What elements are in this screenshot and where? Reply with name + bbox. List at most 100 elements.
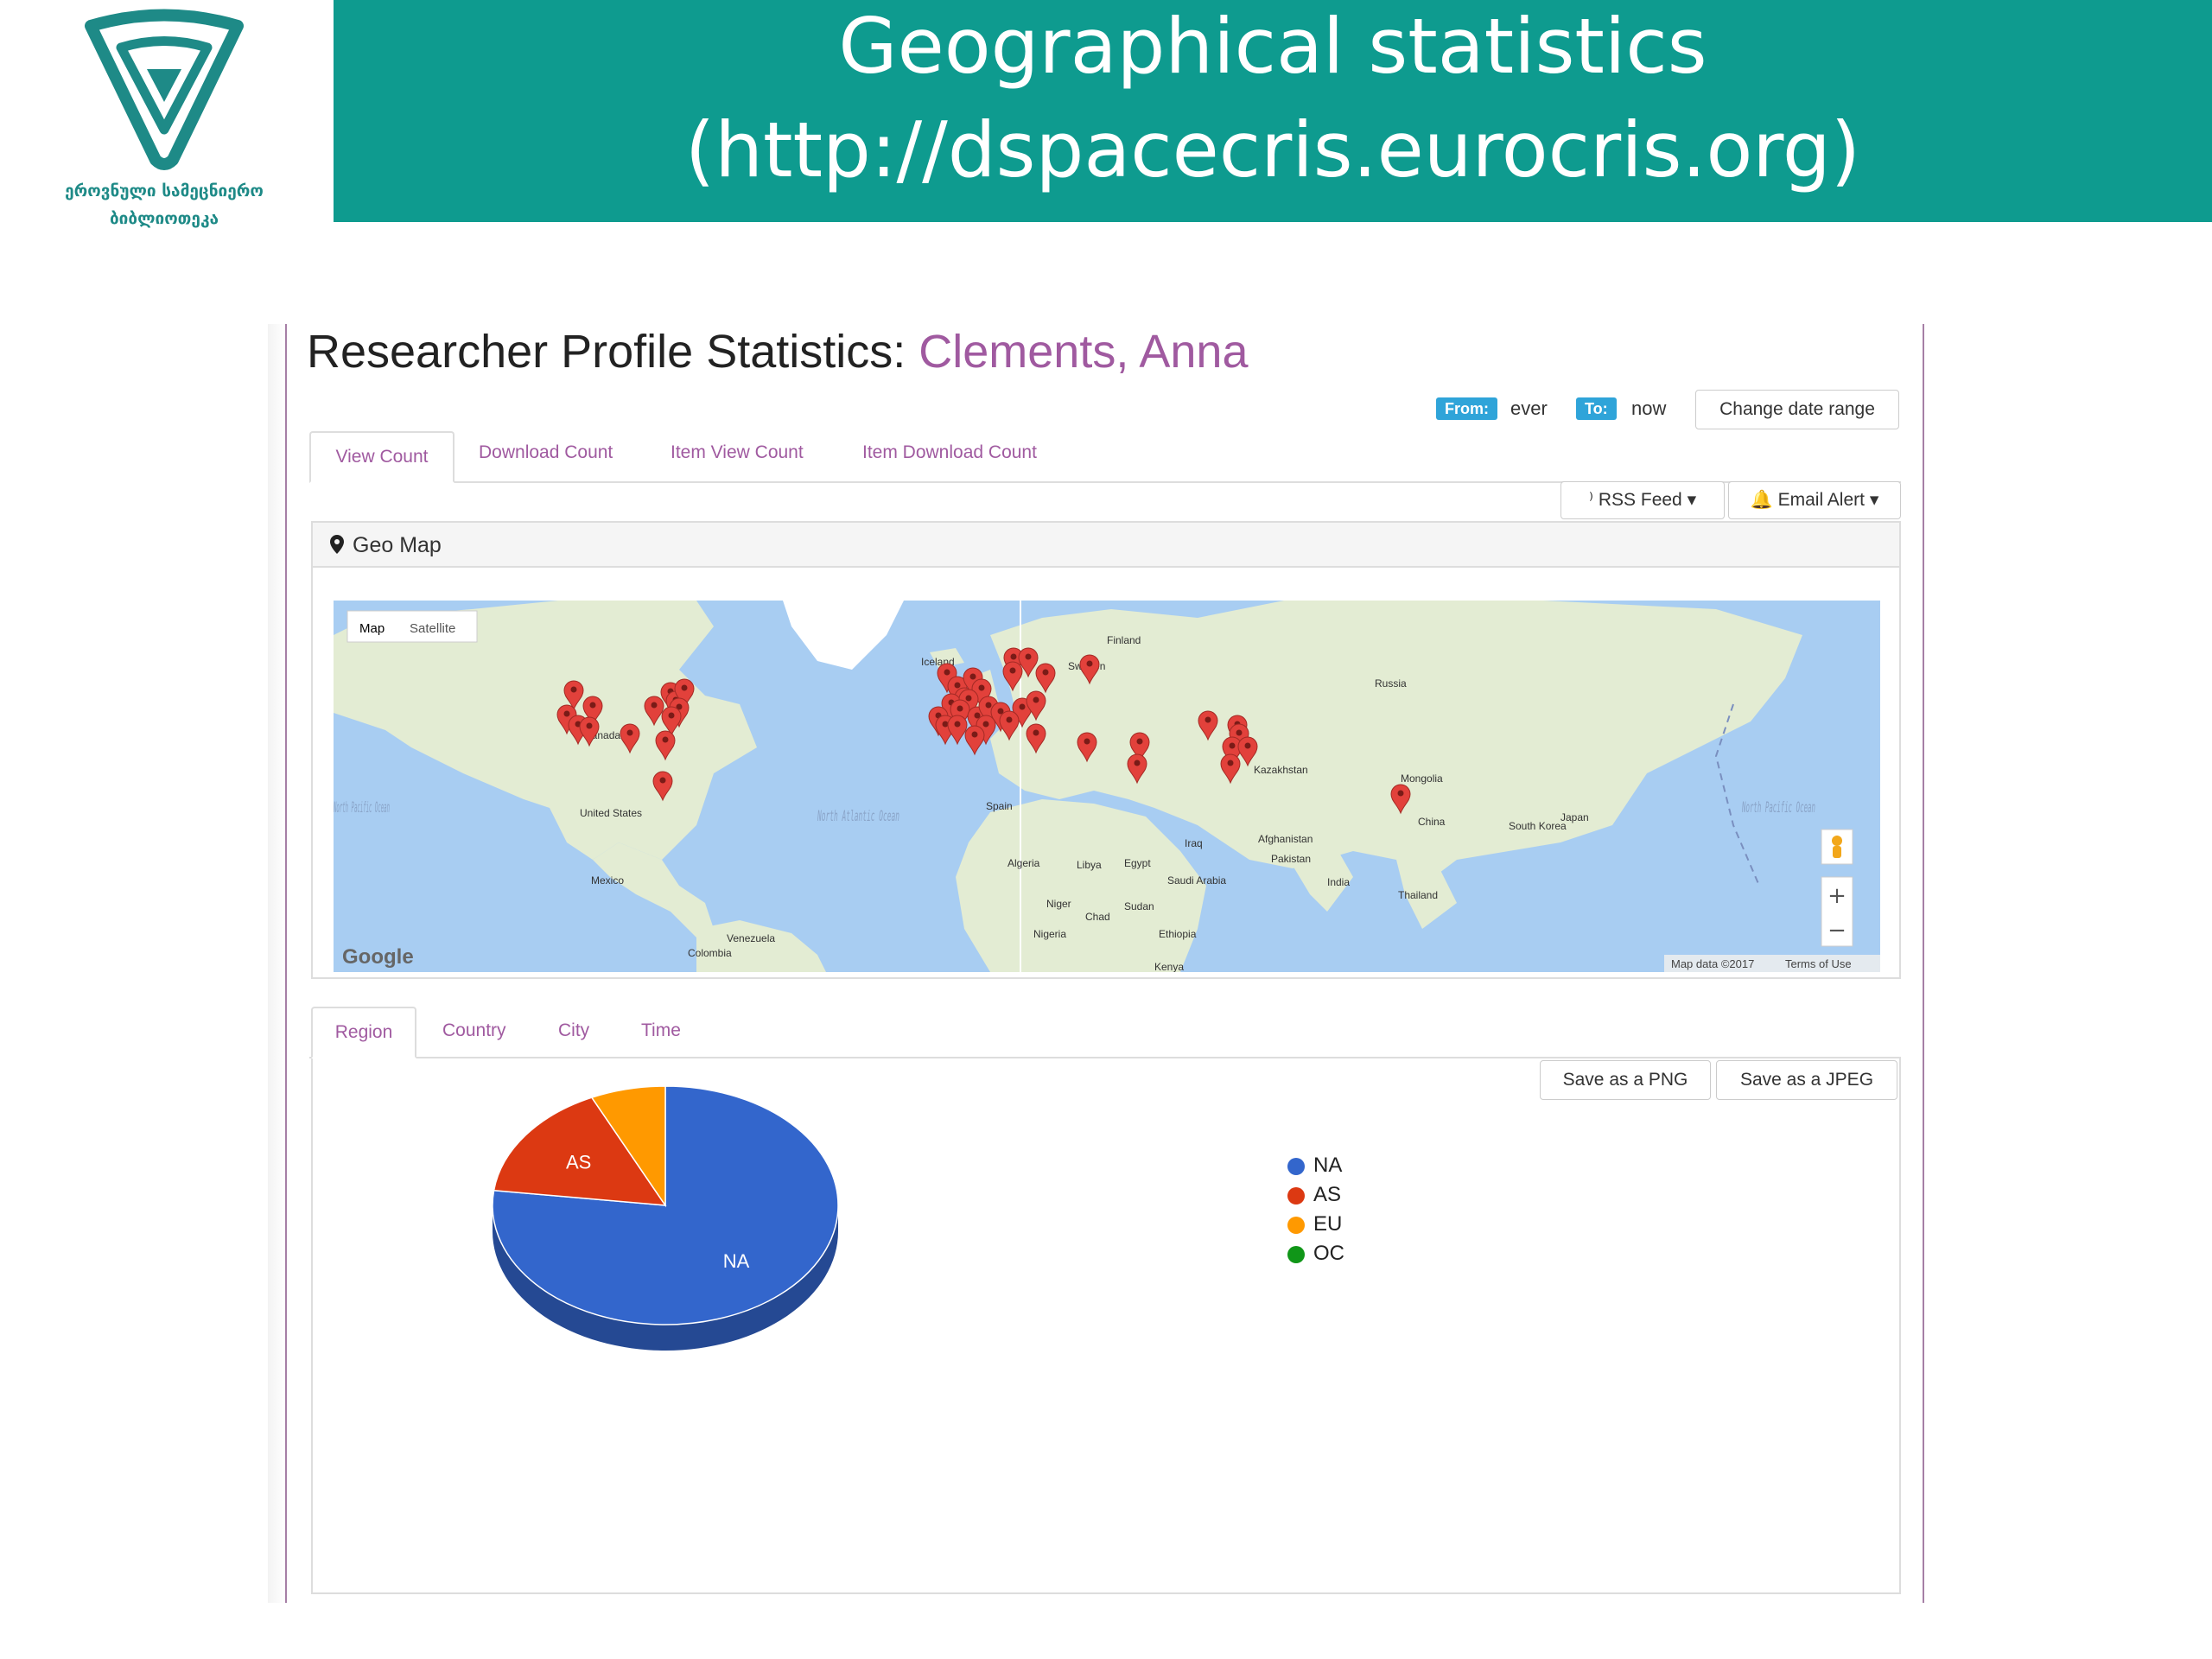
map-marker-dot [1244, 742, 1251, 749]
tab-country[interactable]: Country [442, 1020, 506, 1041]
to-value: now [1631, 397, 1667, 419]
map-marker-dot [985, 702, 992, 709]
map-label-north-atlantic: North Atlantic Ocean [817, 808, 899, 825]
map-marker-dot [1236, 729, 1243, 736]
tab-download-count[interactable]: Download Count [479, 442, 613, 463]
map-label-south-korea: South Korea [1509, 820, 1567, 832]
tab-item-view-count[interactable]: Item View Count [671, 442, 804, 463]
map-label-kenya: Kenya [1154, 961, 1184, 972]
map-marker-dot [1229, 742, 1236, 749]
legend-label: EU [1313, 1212, 1343, 1236]
map-marker-dot [954, 682, 961, 689]
map-marker-dot [1033, 696, 1039, 703]
researcher-name: Clements, Anna [918, 326, 1249, 378]
map-marker-dot [1006, 716, 1013, 723]
page-title: Researcher Profile Statistics: Clements,… [307, 324, 1248, 379]
slide-title: Geographical statistics [838, 2, 1707, 91]
rss-feed-button[interactable]: ⁾ RSS Feed ▾ [1560, 481, 1725, 519]
map-label-russia: Russia [1375, 677, 1407, 690]
map-marker-dot [681, 684, 688, 691]
terms-of-use-link[interactable]: Terms of Use [1785, 957, 1852, 970]
map-type-map-button[interactable]: Map [359, 621, 385, 636]
map-marker-dot [586, 722, 593, 729]
map-label-kazakhstan: Kazakhstan [1254, 764, 1308, 776]
map-marker-dot [1227, 760, 1234, 766]
legend-label: OC [1313, 1242, 1344, 1265]
map-marker-dot [944, 669, 950, 676]
tab-view-count[interactable]: View Count [309, 431, 454, 483]
slide-banner: Geographical statistics (http://dspacecr… [334, 0, 2212, 222]
map-label-chad: Chad [1085, 911, 1110, 923]
map-label-ethiopia: Ethiopia [1159, 928, 1197, 940]
map-type-satellite-button[interactable]: Satellite [410, 621, 455, 636]
from-value: ever [1510, 397, 1548, 419]
map-attribution: Map data ©2017 [1671, 957, 1754, 970]
legend-label: NA [1313, 1154, 1343, 1177]
to-badge: To: [1576, 397, 1617, 420]
caret-down-icon: ▾ [1869, 490, 1879, 510]
map-marker-dot [1397, 790, 1404, 797]
map-label-thailand: Thailand [1398, 889, 1438, 901]
map-marker-dot [1086, 660, 1093, 667]
tab-city[interactable]: City [558, 1020, 589, 1041]
tab-time[interactable]: Time [641, 1020, 681, 1041]
map-label-mongolia: Mongolia [1401, 772, 1443, 785]
map-label-india: India [1327, 876, 1350, 888]
map-marker-dot [1025, 653, 1032, 660]
change-date-range-button[interactable]: Change date range [1695, 390, 1899, 429]
tab-region[interactable]: Region [311, 1007, 416, 1058]
region-chart-panel: NA AS NA AS EU OC [311, 1058, 1901, 1594]
geo-map-title: Geo Map [353, 533, 442, 557]
rss-icon: ⁾ [1588, 490, 1594, 510]
map-label-north-pacific-left: North Pacific Ocean [334, 799, 390, 817]
map-marker-dot [969, 673, 976, 680]
map-marker-dot [942, 721, 949, 728]
map-marker-dot [971, 731, 978, 738]
pie-slice-label-as: AS [566, 1152, 591, 1173]
map-marker-dot [1033, 729, 1039, 736]
world-map[interactable]: Canada United States Mexico Venezuela Co… [334, 601, 1880, 972]
map-marker-dot [651, 702, 658, 709]
legend-item-eu[interactable]: EU [1287, 1212, 1342, 1236]
map-label-finland: Finland [1107, 634, 1141, 646]
zoom-out-button[interactable]: − [1827, 918, 1847, 944]
map-marker-dot [626, 729, 633, 736]
map-label-nigeria: Nigeria [1033, 928, 1066, 940]
panel-shadow [268, 324, 285, 1603]
map-label-venezuela: Venezuela [727, 932, 775, 944]
pegman-body [1833, 846, 1841, 858]
legend-swatch [1287, 1157, 1305, 1175]
map-label-colombia: Colombia [688, 947, 732, 959]
email-alert-label: Email Alert [1777, 490, 1865, 510]
world-map-canvas[interactable]: Canada United States Mexico Venezuela Co… [334, 601, 1880, 972]
map-label-united-states: United States [580, 807, 642, 819]
map-marker-dot [662, 736, 669, 743]
tab-item-download-count[interactable]: Item Download Count [862, 442, 1037, 463]
region-pie-chart: NA AS [492, 1085, 839, 1351]
map-label-sudan: Sudan [1124, 900, 1154, 912]
map-marker-icon [330, 535, 344, 554]
rss-feed-label: RSS Feed [1598, 490, 1682, 510]
map-marker-dot [1134, 760, 1141, 766]
legend-label: AS [1313, 1183, 1342, 1206]
zoom-in-button[interactable]: + [1827, 883, 1847, 909]
legend-item-as[interactable]: AS [1287, 1183, 1341, 1207]
statistics-screenshot: Researcher Profile Statistics: Clements,… [268, 324, 1925, 1603]
pegman-icon [1832, 836, 1842, 846]
map-marker-dot [957, 705, 963, 712]
map-label-mexico: Mexico [591, 874, 624, 887]
legend-swatch [1287, 1245, 1305, 1263]
legend-item-oc[interactable]: OC [1287, 1242, 1344, 1266]
email-alert-button[interactable]: 🔔 Email Alert ▾ [1728, 481, 1901, 519]
legend-swatch [1287, 1186, 1305, 1205]
pie-slice-label-na: NA [723, 1250, 750, 1272]
map-marker-dot [1042, 669, 1049, 676]
from-badge: From: [1436, 397, 1497, 420]
map-label-japan: Japan [1560, 811, 1589, 823]
map-marker-dot [563, 710, 570, 717]
map-marker-dot [668, 712, 675, 719]
legend-swatch [1287, 1216, 1305, 1234]
map-label-iraq: Iraq [1185, 837, 1203, 849]
legend-item-na[interactable]: NA [1287, 1154, 1342, 1178]
map-label-afghanistan: Afghanistan [1258, 833, 1313, 845]
